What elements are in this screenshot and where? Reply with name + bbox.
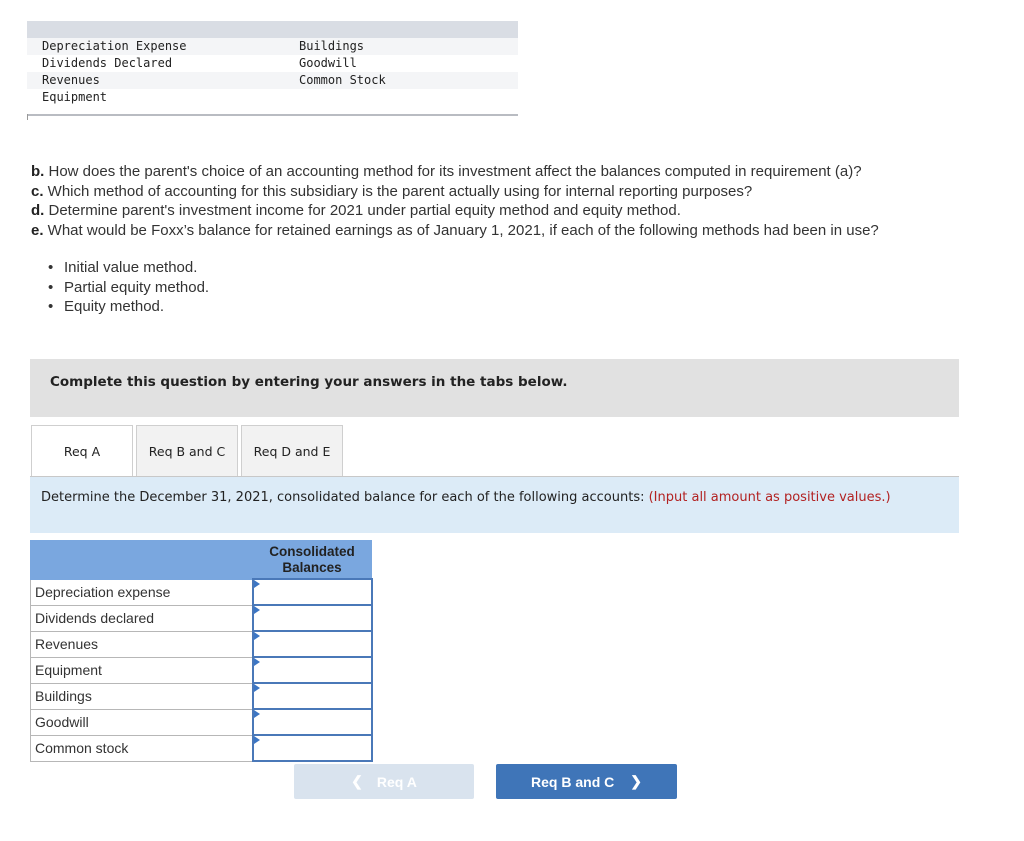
consolidated-balances-table: Consolidated Balances Depreciation expen… xyxy=(30,540,373,762)
account-label: Buildings xyxy=(30,682,253,710)
account-list-row: Revenues Common Stock xyxy=(27,72,518,89)
account-list: Depreciation Expense Buildings Dividends… xyxy=(27,21,518,120)
instruction-banner-text: Complete this question by entering your … xyxy=(50,374,568,390)
question-letter: c. xyxy=(31,182,44,200)
question-c: c. Which method of accounting for this s… xyxy=(31,182,879,202)
account-name: Common Stock xyxy=(299,73,386,87)
table-row: Buildings xyxy=(30,682,373,710)
table-row: Common stock xyxy=(30,734,373,762)
instruction-note: (Input all amount as positive values.) xyxy=(648,490,891,505)
account-label: Revenues xyxy=(30,630,253,658)
input-marker-icon xyxy=(253,632,260,640)
question-letter: e. xyxy=(31,222,44,240)
revenues-input[interactable] xyxy=(253,633,371,655)
question-letter: b. xyxy=(31,163,45,180)
account-name: Dividends Declared xyxy=(42,56,173,70)
account-label: Equipment xyxy=(30,656,253,684)
requirement-instructions: Determine the December 31, 2021, consoli… xyxy=(30,477,959,533)
common-stock-input[interactable] xyxy=(253,737,371,759)
table-row: Depreciation expense xyxy=(30,578,373,606)
account-name: Depreciation Expense xyxy=(42,39,187,53)
input-marker-icon xyxy=(253,606,260,614)
buildings-input[interactable] xyxy=(253,685,371,707)
method-item: Equity method. xyxy=(48,297,209,317)
account-label: Depreciation expense xyxy=(30,578,253,606)
balance-cell xyxy=(251,578,373,606)
next-req-b-and-c-button[interactable]: Req B and C ❯ xyxy=(496,764,677,799)
question-text: Determine parent's investment income for… xyxy=(44,202,681,220)
question-list: b. How does the parent's choice of an ac… xyxy=(31,162,879,241)
dividends-declared-input[interactable] xyxy=(253,607,371,629)
requirement-instructions-text: Determine the December 31, 2021, consoli… xyxy=(41,489,941,506)
account-list-row: Dividends Declared Goodwill xyxy=(27,55,518,72)
account-list-row: Equipment xyxy=(27,89,518,106)
balance-cell xyxy=(251,708,373,736)
account-list-header xyxy=(27,21,518,38)
account-list-row: Depreciation Expense Buildings xyxy=(27,38,518,55)
question-text: How does the parent's choice of an accou… xyxy=(44,163,862,180)
method-list: Initial value method. Partial equity met… xyxy=(48,258,209,317)
balance-cell xyxy=(251,656,373,684)
question-text: Which method of accounting for this subs… xyxy=(43,182,753,200)
instruction-banner: Complete this question by entering your … xyxy=(30,359,959,417)
input-marker-icon xyxy=(253,736,260,744)
input-marker-icon xyxy=(253,658,260,666)
balance-cell xyxy=(251,734,373,762)
table-row: Equipment xyxy=(30,656,373,684)
chevron-left-icon: ❮ xyxy=(351,773,363,789)
input-marker-icon xyxy=(253,580,260,588)
account-name xyxy=(299,89,518,106)
instruction-text: Determine the December 31, 2021, consoli… xyxy=(41,490,649,505)
equipment-input[interactable] xyxy=(253,659,371,681)
account-label: Dividends declared xyxy=(30,604,253,632)
account-label: Goodwill xyxy=(30,708,253,736)
account-list-body: Depreciation Expense Buildings Dividends… xyxy=(27,38,518,106)
tab-req-a[interactable]: Req A xyxy=(31,425,133,476)
depreciation-expense-input[interactable] xyxy=(253,581,371,603)
table-row: Revenues xyxy=(30,630,373,658)
account-name: Goodwill xyxy=(299,56,357,70)
question-text: What would be Foxx’s balance for retaine… xyxy=(43,222,879,240)
goodwill-input[interactable] xyxy=(253,711,371,733)
header-account xyxy=(30,540,253,580)
question-b: b. How does the parent's choice of an ac… xyxy=(31,162,879,182)
tab-req-b-and-c[interactable]: Req B and C xyxy=(136,425,238,476)
account-name: Equipment xyxy=(42,90,108,104)
prev-button-label: Req A xyxy=(376,773,417,790)
balance-cell xyxy=(251,682,373,710)
next-button-label: Req B and C xyxy=(531,773,615,790)
balance-cell xyxy=(251,630,373,658)
question-d: d. Determine parent's investment income … xyxy=(31,201,879,221)
requirement-tabs: Req A Req B and C Req D and E xyxy=(31,425,346,477)
account-name: Buildings xyxy=(299,39,365,53)
table-header-row: Consolidated Balances xyxy=(30,540,372,580)
account-name: Revenues xyxy=(42,73,100,87)
input-marker-icon xyxy=(253,684,260,692)
table-row: Goodwill xyxy=(30,708,373,736)
method-item: Initial value method. xyxy=(48,258,209,278)
account-list-footer-divider xyxy=(27,114,518,120)
method-item: Partial equity method. xyxy=(48,278,209,298)
question-letter: d. xyxy=(31,202,45,220)
header-consolidated-balances: Consolidated Balances xyxy=(252,540,372,580)
balance-cell xyxy=(251,604,373,632)
question-e: e. What would be Foxx’s balance for reta… xyxy=(31,221,879,241)
input-marker-icon xyxy=(253,710,260,718)
tab-req-d-and-e[interactable]: Req D and E xyxy=(241,425,343,476)
prev-req-a-button[interactable]: ❮ Req A xyxy=(294,764,474,799)
table-row: Dividends declared xyxy=(30,604,373,632)
account-label: Common stock xyxy=(30,734,253,762)
chevron-right-icon: ❯ xyxy=(630,773,642,789)
